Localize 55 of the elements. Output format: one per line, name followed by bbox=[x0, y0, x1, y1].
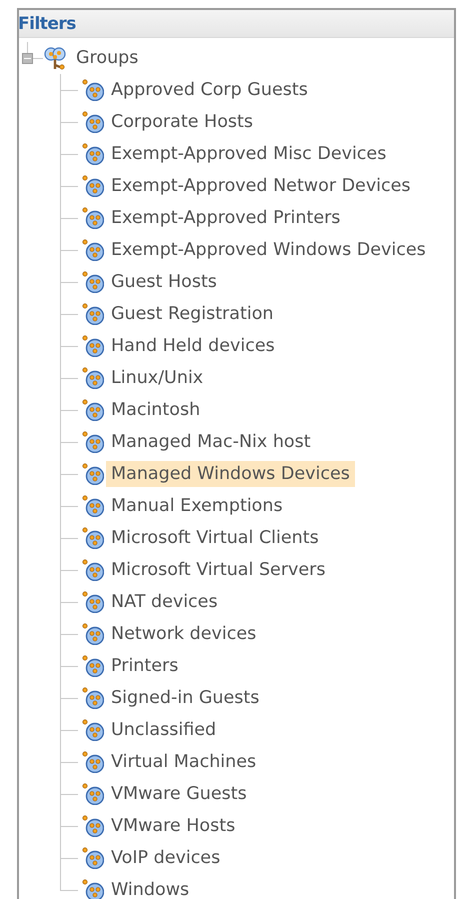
group-icon bbox=[82, 271, 104, 293]
group-icon bbox=[82, 847, 104, 869]
tree-item[interactable]: Microsoft Virtual Servers bbox=[106, 557, 330, 583]
tree-item[interactable]: Managed Windows Devices bbox=[106, 461, 355, 487]
tree-item[interactable]: Printers bbox=[106, 653, 184, 679]
panel-title: Filters bbox=[18, 14, 76, 34]
group-icon bbox=[82, 335, 104, 357]
group-icon bbox=[82, 111, 104, 133]
tree-item[interactable]: Linux/Unix bbox=[106, 365, 208, 391]
tree-item[interactable]: Corporate Hosts bbox=[106, 109, 258, 135]
tree-item[interactable]: Manual Exemptions bbox=[106, 493, 288, 519]
group-icon bbox=[82, 719, 104, 741]
group-icon bbox=[82, 591, 104, 613]
tree-item[interactable]: Network devices bbox=[106, 621, 262, 647]
group-icon bbox=[82, 687, 104, 709]
tree-item[interactable]: Windows bbox=[106, 877, 194, 899]
group-icon bbox=[82, 655, 104, 677]
tree-item[interactable]: VMware Hosts bbox=[106, 813, 240, 839]
tree-item[interactable]: Signed-in Guests bbox=[106, 685, 264, 711]
group-icon bbox=[82, 623, 104, 645]
group-icon bbox=[82, 143, 104, 165]
group-icon bbox=[82, 239, 104, 261]
group-icon bbox=[82, 495, 104, 517]
tree-item[interactable]: VoIP devices bbox=[106, 845, 226, 871]
group-icon bbox=[82, 399, 104, 421]
group-icon bbox=[82, 303, 104, 325]
group-icon bbox=[82, 367, 104, 389]
group-icon bbox=[82, 175, 104, 197]
tree-item[interactable]: Guest Hosts bbox=[106, 269, 222, 295]
group-icon bbox=[82, 431, 104, 453]
group-icon bbox=[82, 879, 104, 899]
group-icon bbox=[82, 463, 104, 485]
tree-item[interactable]: VMware Guests bbox=[106, 781, 252, 807]
group-icon bbox=[82, 527, 104, 549]
group-icon bbox=[82, 79, 104, 101]
tree-item[interactable]: NAT devices bbox=[106, 589, 223, 615]
tree-item[interactable]: Exempt-Approved Misc Devices bbox=[106, 141, 392, 167]
group-icon bbox=[82, 783, 104, 805]
tree-item[interactable]: Unclassified bbox=[106, 717, 222, 743]
tree-item[interactable]: Guest Registration bbox=[106, 301, 278, 327]
tree-item[interactable]: Groups bbox=[71, 45, 144, 71]
tree-item[interactable]: Exempt-Approved Networ Devices bbox=[106, 173, 416, 199]
tree-item[interactable]: Exempt-Approved Windows Devices bbox=[106, 237, 431, 263]
group-icon bbox=[82, 559, 104, 581]
group-icon bbox=[82, 815, 104, 837]
group-icon bbox=[82, 207, 104, 229]
tree-item[interactable]: Macintosh bbox=[106, 397, 206, 423]
tree-item[interactable]: Approved Corp Guests bbox=[106, 77, 313, 103]
tree-item[interactable]: Hand Held devices bbox=[106, 333, 280, 359]
tree-item[interactable]: Exempt-Approved Printers bbox=[106, 205, 346, 231]
tree-item[interactable]: Managed Mac-Nix host bbox=[106, 429, 316, 455]
tree-item[interactable]: Virtual Machines bbox=[106, 749, 262, 775]
collapse-toggle[interactable] bbox=[22, 52, 33, 64]
group-icon bbox=[82, 751, 104, 773]
tree-item[interactable]: Microsoft Virtual Clients bbox=[106, 525, 324, 551]
